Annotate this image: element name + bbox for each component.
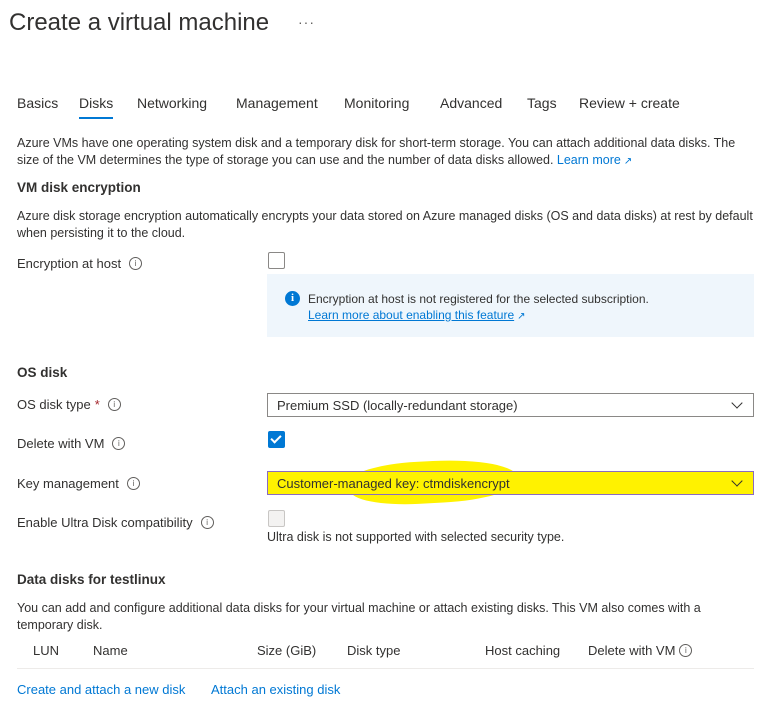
table-divider: [17, 668, 754, 669]
tab-advanced[interactable]: Advanced: [440, 95, 502, 111]
info-filled-icon: i: [285, 291, 300, 306]
column-disk-type: Disk type: [347, 643, 401, 658]
encryption-heading: VM disk encryption: [17, 180, 141, 195]
info-icon[interactable]: i: [112, 437, 126, 450]
chevron-down-icon: [731, 397, 743, 409]
info-icon[interactable]: i: [679, 644, 693, 657]
encryption-at-host-text: Encryption at host: [17, 256, 122, 271]
tab-monitoring[interactable]: Monitoring: [344, 95, 409, 111]
learn-more-label: Learn more: [556, 153, 621, 167]
delete-with-vm-checkbox[interactable]: [268, 431, 285, 448]
os-disk-type-label: OS disk type * i: [17, 397, 121, 412]
encryption-at-host-label: Encryption at host i: [17, 256, 143, 271]
tab-basics[interactable]: Basics: [17, 95, 58, 111]
ultra-disk-text: Enable Ultra Disk compatibility: [17, 515, 193, 530]
os-disk-type-text: OS disk type: [17, 397, 91, 412]
ultra-disk-checkbox[interactable]: [268, 510, 285, 527]
encryption-notice-text: Encryption at host is not registered for…: [308, 291, 649, 325]
info-icon[interactable]: i: [200, 516, 214, 529]
info-icon[interactable]: i: [126, 477, 140, 490]
column-name: Name: [93, 643, 128, 658]
os-disk-type-dropdown[interactable]: Premium SSD (locally-redundant storage): [267, 393, 754, 417]
info-icon[interactable]: i: [129, 257, 143, 270]
tab-tags[interactable]: Tags: [527, 95, 557, 111]
delete-with-vm-label: Delete with VM i: [17, 436, 126, 451]
ellipsis-icon[interactable]: ···: [298, 14, 315, 30]
enable-feature-link[interactable]: Learn more about enabling this feature: [308, 308, 514, 322]
key-management-value: Customer-managed key: ctmdiskencrypt: [277, 476, 510, 491]
delete-with-vm-text: Delete with VM: [17, 436, 105, 451]
key-management-text: Key management: [17, 476, 119, 491]
column-delete-with-vm: Delete with VM i: [588, 643, 693, 658]
os-disk-heading: OS disk: [17, 365, 68, 380]
column-delete-with-vm-text: Delete with VM: [588, 643, 676, 658]
page-title: Create a virtual machine: [9, 9, 270, 36]
encryption-description: Azure disk storage encryption automatica…: [17, 209, 753, 240]
encryption-notice-message: Encryption at host is not registered for…: [308, 292, 649, 306]
attach-existing-disk-link[interactable]: Attach an existing disk: [211, 682, 340, 697]
info-icon[interactable]: i: [107, 398, 121, 411]
tab-review-create[interactable]: Review + create: [579, 95, 680, 111]
data-disks-heading: Data disks for testlinux: [17, 572, 166, 587]
tab-bar: Basics Disks Networking Management Monit…: [0, 95, 773, 119]
learn-more-link[interactable]: Learn more ↗: [557, 153, 632, 167]
tab-networking[interactable]: Networking: [137, 95, 207, 111]
encryption-notice: i Encryption at host is not registered f…: [267, 274, 754, 337]
os-disk-type-value: Premium SSD (locally-redundant storage): [277, 398, 518, 413]
column-host-caching: Host caching: [485, 643, 561, 658]
key-management-dropdown[interactable]: Customer-managed key: ctmdiskencrypt: [267, 471, 754, 495]
external-link-icon: ↗: [517, 311, 526, 322]
external-link-icon: ↗: [623, 156, 633, 167]
data-disks-description: You can add and configure additional dat…: [17, 601, 701, 632]
tab-disks[interactable]: Disks: [79, 95, 114, 119]
encryption-at-host-checkbox[interactable]: [268, 252, 285, 269]
checkmark-icon: [270, 432, 282, 444]
key-management-label: Key management i: [17, 476, 140, 491]
column-lun: LUN: [33, 643, 60, 658]
column-size: Size (GiB): [257, 643, 317, 658]
required-indicator: *: [94, 397, 100, 412]
create-attach-disk-link[interactable]: Create and attach a new disk: [17, 682, 185, 697]
chevron-down-icon: [731, 475, 743, 487]
ultra-disk-label: Enable Ultra Disk compatibility i: [17, 515, 214, 530]
ultra-disk-note: Ultra disk is not supported with selecte…: [267, 530, 565, 544]
tab-management[interactable]: Management: [236, 95, 318, 111]
intro-text: Azure VMs have one operating system disk…: [17, 135, 757, 170]
